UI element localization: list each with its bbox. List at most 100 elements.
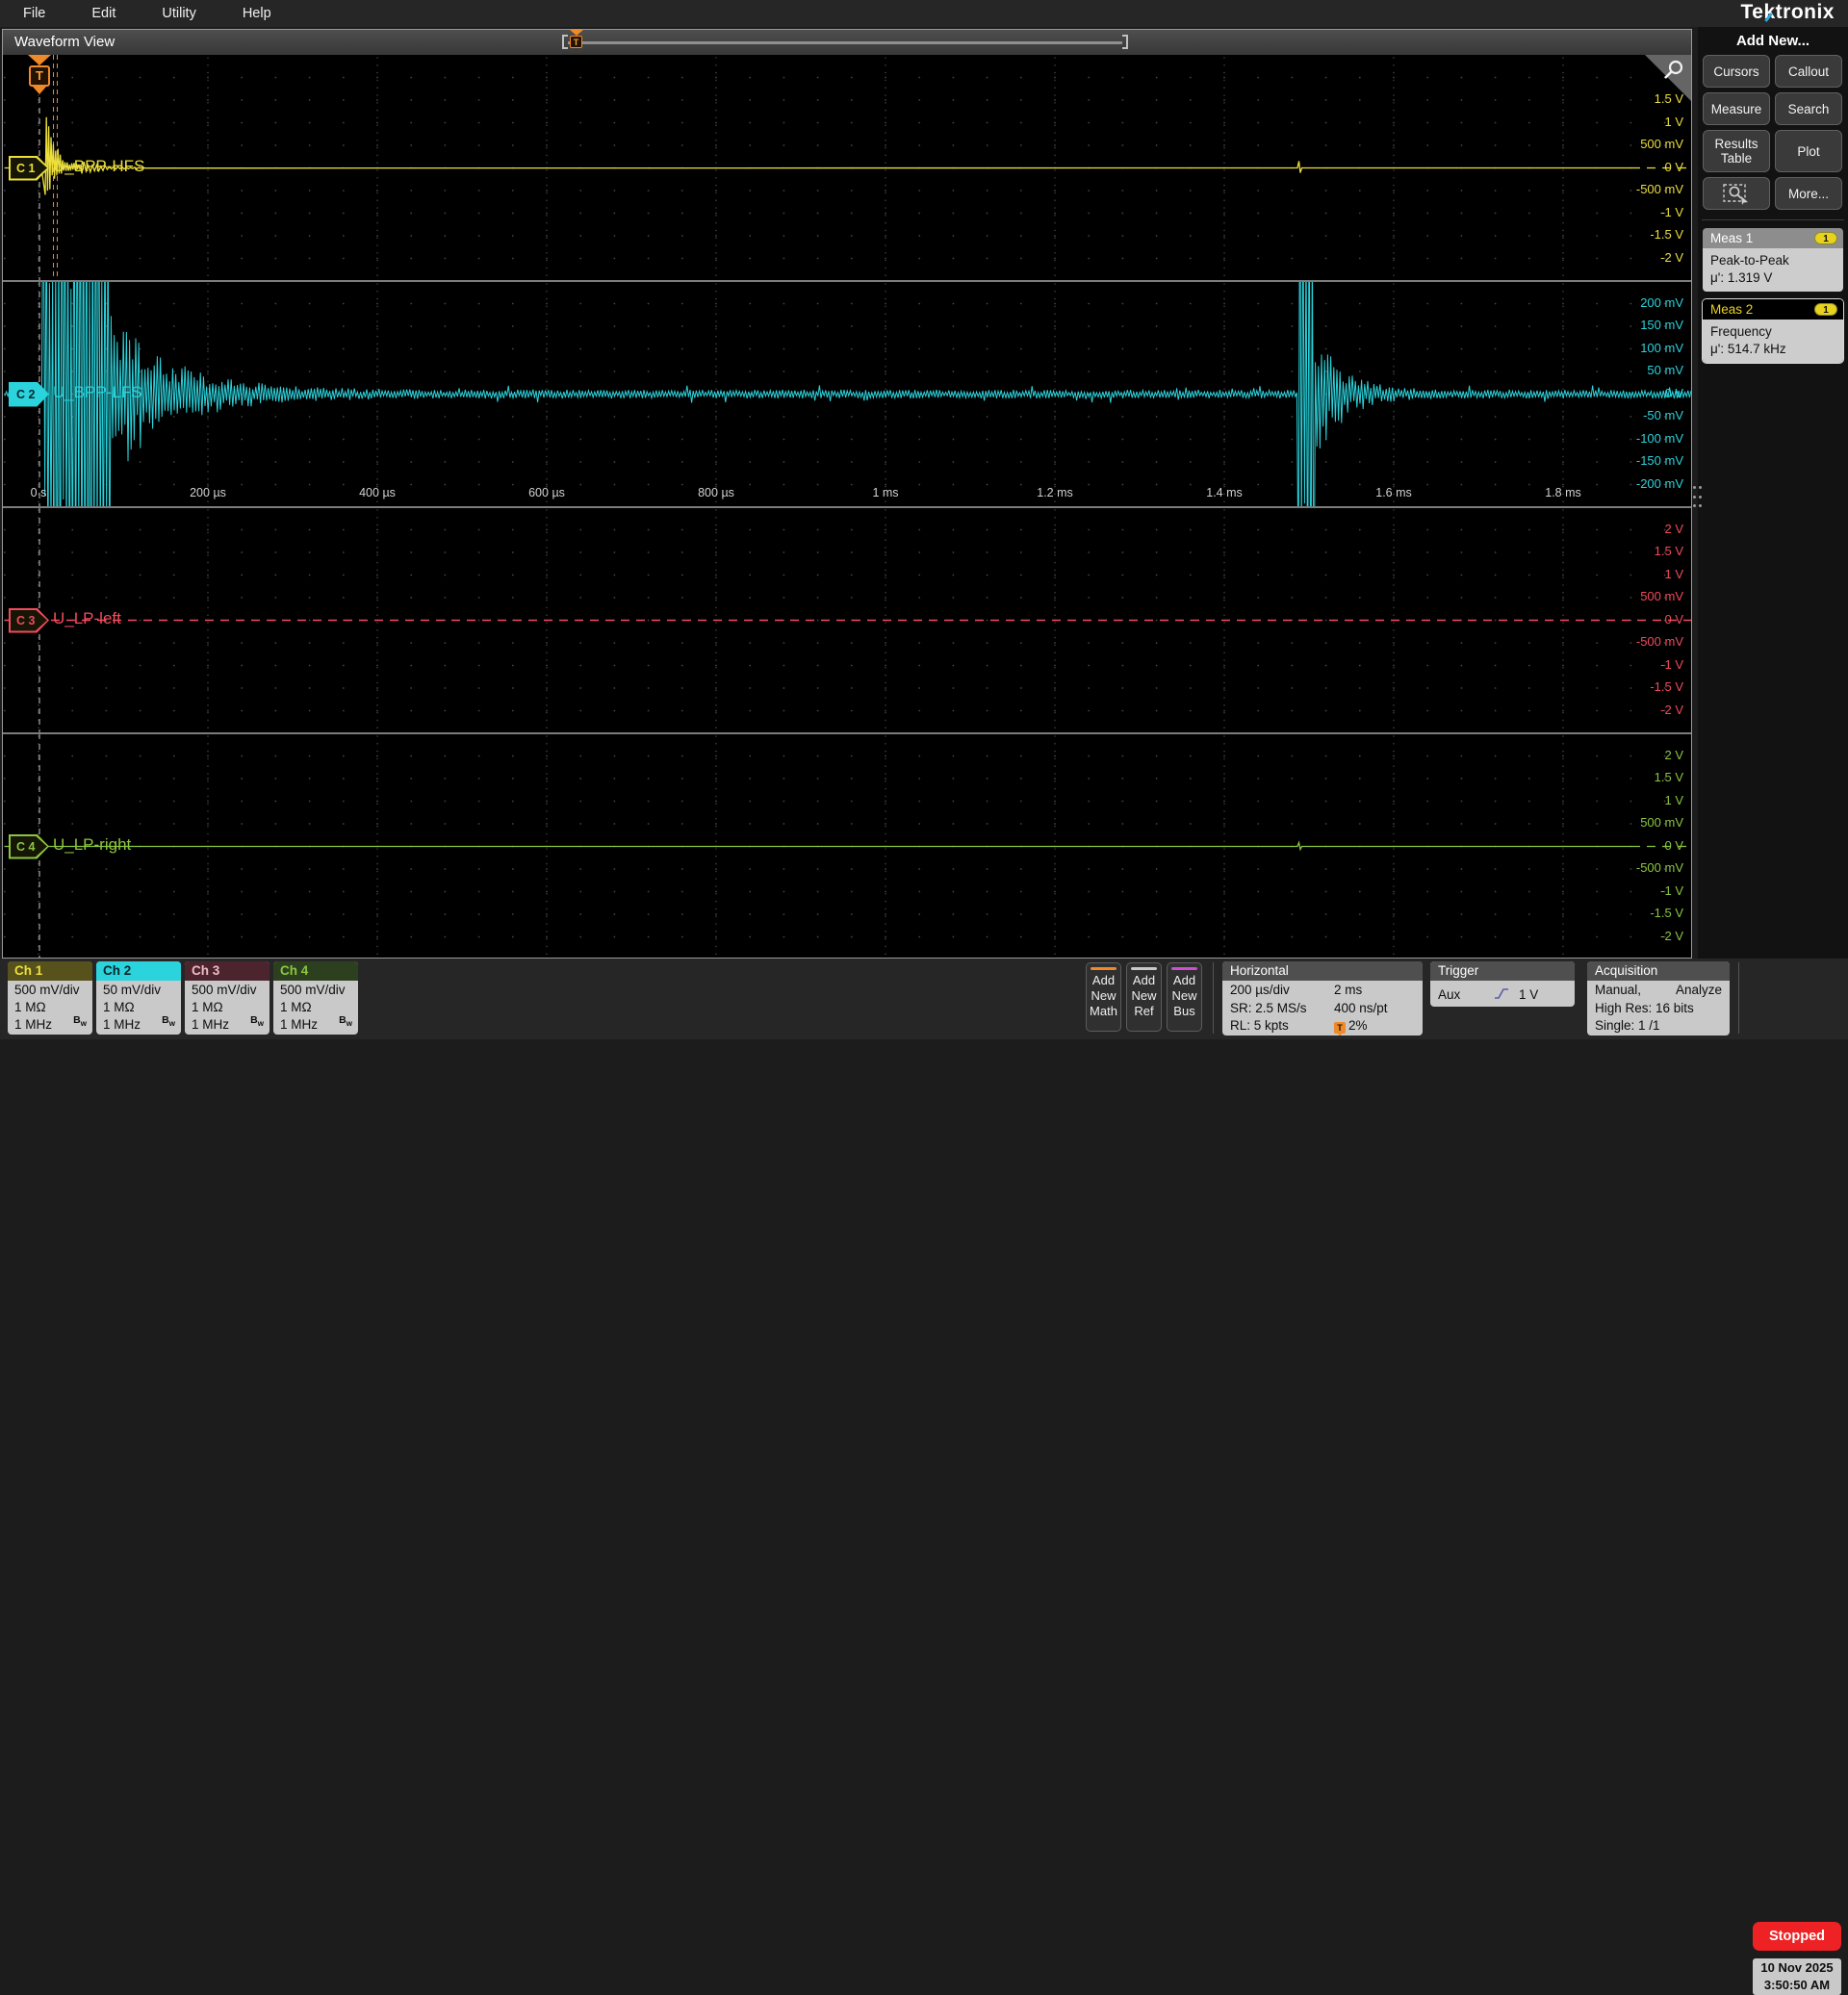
time-axis-label: 800 µs [698,486,734,499]
time-axis-label: 1.4 ms [1206,486,1243,499]
acquisition-title: Acquisition [1587,961,1730,981]
horizontal-scale: 200 µs/div [1230,982,1334,1000]
add-new-ref-button[interactable]: AddNewRef [1126,962,1162,1032]
horizontal-window: 2 ms [1334,982,1362,1000]
datetime-display: 10 Nov 2025 3:50:50 AM [1753,1958,1841,1995]
channel-name[interactable]: Ch 1 [8,961,92,981]
scale-label: -500 mV [1636,182,1683,196]
scale-label: 0 V [1664,838,1683,853]
measurement-source-badge: 1 [1814,303,1837,316]
measurement-source-badge: 1 [1814,232,1837,244]
menu-item-file[interactable]: File [0,0,68,27]
waveform-slice-ch3[interactable]: 2 V1.5 V1 V500 mV0 V-500 mV-1 V-1.5 V-2 … [3,507,1691,733]
scale-label: -1 V [1660,657,1683,672]
scale-label: -1.5 V [1650,227,1683,242]
horizontal-panel[interactable]: Horizontal 200 µs/div2 ms SR: 2.5 MS/s40… [1222,961,1423,1036]
waveform-label-ch1[interactable]: U_BPP-HFS [53,157,144,176]
scale-label: 2 V [1664,748,1683,762]
scale-label: 1 V [1664,793,1683,807]
channel-handle-c1[interactable]: C 1 [9,156,49,181]
add-new-plot-button[interactable]: Plot [1775,130,1842,172]
measurement-card-2[interactable]: Meas 21Frequencyμ': 514.7 kHz [1703,299,1843,363]
scale-label: -1 V [1660,883,1683,898]
sidebar-divider [1702,219,1844,220]
menu-item-utility[interactable]: Utility [139,0,218,27]
channel-badge-ch3[interactable]: Ch 3500 mV/div1 MΩ1 MHzBw [185,961,270,1035]
measurement-list: Meas 11Peak-to-Peakμ': 1.319 V Meas 21Fre… [1698,228,1848,363]
rising-edge-icon [1494,986,1509,1007]
measurement-body: Peak-to-Peakμ': 1.319 V [1703,248,1843,292]
scale-label: -1.5 V [1650,679,1683,694]
channel-name[interactable]: Ch 4 [273,961,358,981]
waveform-slice-ch4[interactable]: 2 V1.5 V1 V500 mV0 V-500 mV-1 V-1.5 V-2 … [3,733,1691,958]
measurement-card-1[interactable]: Meas 11Peak-to-Peakμ': 1.319 V [1703,228,1843,292]
run-stop-button[interactable]: Stopped [1753,1922,1841,1951]
record-length: RL: 5 kpts [1230,1017,1334,1036]
add-new-measure-button[interactable]: Measure [1703,92,1770,125]
time-axis-label: 600 µs [528,486,565,499]
channel-settings: 500 mV/div1 MΩ1 MHzBw [185,981,270,1034]
add-new-header: Add New... [1698,33,1848,49]
tekscope-app: FileEditUtilityHelp Tektronix Waveform V… [0,0,1848,1039]
waveform-panel: Waveform View T 1.5 V1 V500 mV0 V-500 mV… [2,29,1692,959]
add-new-search-button[interactable]: Search [1775,92,1842,125]
channel-handle-c4[interactable]: C 4 [9,834,49,859]
menu-item-help[interactable]: Help [219,0,295,27]
sidebar: Add New... CursorsCalloutMeasureSearchRe… [1698,27,1848,959]
trigger-panel[interactable]: Trigger Aux 1 V [1430,961,1575,1007]
waveform-label-ch2[interactable]: U_BPP-LFS [53,383,142,402]
scale-label: 500 mV [1640,815,1683,830]
scale-label: 1.5 V [1655,544,1683,558]
add-new-bus-button[interactable]: AddNewBus [1167,962,1202,1032]
add-new-results-table-button[interactable]: Results Table [1703,130,1770,172]
scale-label: 100 mV [1640,341,1683,355]
channel-badge-ch2[interactable]: Ch 250 mV/div1 MΩ1 MHzBw [96,961,181,1035]
channel-handle-c3[interactable]: C 3 [9,608,49,633]
menu-item-edit[interactable]: Edit [68,0,139,27]
record-view-track [568,41,1122,44]
measurement-title[interactable]: Meas 11 [1703,228,1843,248]
horizontal-title: Horizontal [1222,961,1423,981]
scale-label: 150 mV [1640,318,1683,332]
record-view-scrollbar[interactable]: T [562,34,1128,51]
waveform-label-ch4[interactable]: U_LP-right [53,835,131,855]
bandwidth-limit-icon: Bw [73,1011,87,1033]
record-view-trigger-icon[interactable]: T [570,30,584,48]
zoom-select-icon[interactable] [1703,177,1770,210]
record-view-right-bracket [1122,35,1128,49]
waveform-label-ch3[interactable]: U_LP-left [53,609,121,628]
channel-badge-ch4[interactable]: Ch 4500 mV/div1 MΩ1 MHzBw [273,961,358,1035]
waveform-plot[interactable]: 1.5 V 1 V 500 mV 0 V -500 mV -1 V -1.5 V -2 V U_… [3,55,1691,958]
trigger-level: 1 V [1519,986,1538,1007]
trigger-position: T2% [1334,1017,1368,1036]
add-new-callout-button[interactable]: Callout [1775,55,1842,88]
channel-badge-ch1[interactable]: Ch 1500 mV/div1 MΩ1 MHzBw [8,961,92,1035]
slice-separator[interactable] [3,506,1691,508]
slice-separator[interactable] [3,732,1691,734]
scale-label: -50 mV [1643,408,1683,422]
tektronix-logo: Tektronix [1741,1,1835,24]
panel-splitter-grip[interactable] [1693,486,1703,511]
channel-handle-c2[interactable]: C 2 [9,382,49,407]
channel-settings: 500 mV/div1 MΩ1 MHzBw [273,981,358,1034]
channel-name[interactable]: Ch 2 [96,961,181,981]
scale-label: 0 V [1664,386,1683,400]
add-new-cursors-button[interactable]: Cursors [1703,55,1770,88]
scale-label: -1.5 V [1650,906,1683,920]
slice-separator[interactable] [3,280,1691,282]
trigger-flag-icon[interactable]: T [28,55,51,94]
acquisition-resolution: High Res: 16 bits [1595,1000,1722,1018]
scale-label: 1 V [1664,567,1683,581]
measurement-title[interactable]: Meas 21 [1703,299,1843,320]
acquisition-panel[interactable]: Acquisition Manual,Analyze High Res: 16 … [1587,961,1730,1036]
more-button[interactable]: More... [1775,177,1842,210]
waveform-slice-ch2[interactable]: 200 mV150 mV100 mV50 mV0 V-50 mV-100 mV-… [3,281,1691,507]
add-new-math-button[interactable]: AddNewMath [1086,962,1121,1032]
scale-label: -2 V [1660,703,1683,717]
channel-name[interactable]: Ch 3 [185,961,270,981]
waveform-slice-ch1[interactable]: 1.5 V1 V500 mV0 V-500 mV-1 V-1.5 V-2 VU_… [3,55,1691,281]
trigger-source: Aux [1438,986,1494,1007]
scale-label: -150 mV [1636,453,1683,468]
scale-label: -2 V [1660,250,1683,265]
scale-label: 500 mV [1640,137,1683,151]
